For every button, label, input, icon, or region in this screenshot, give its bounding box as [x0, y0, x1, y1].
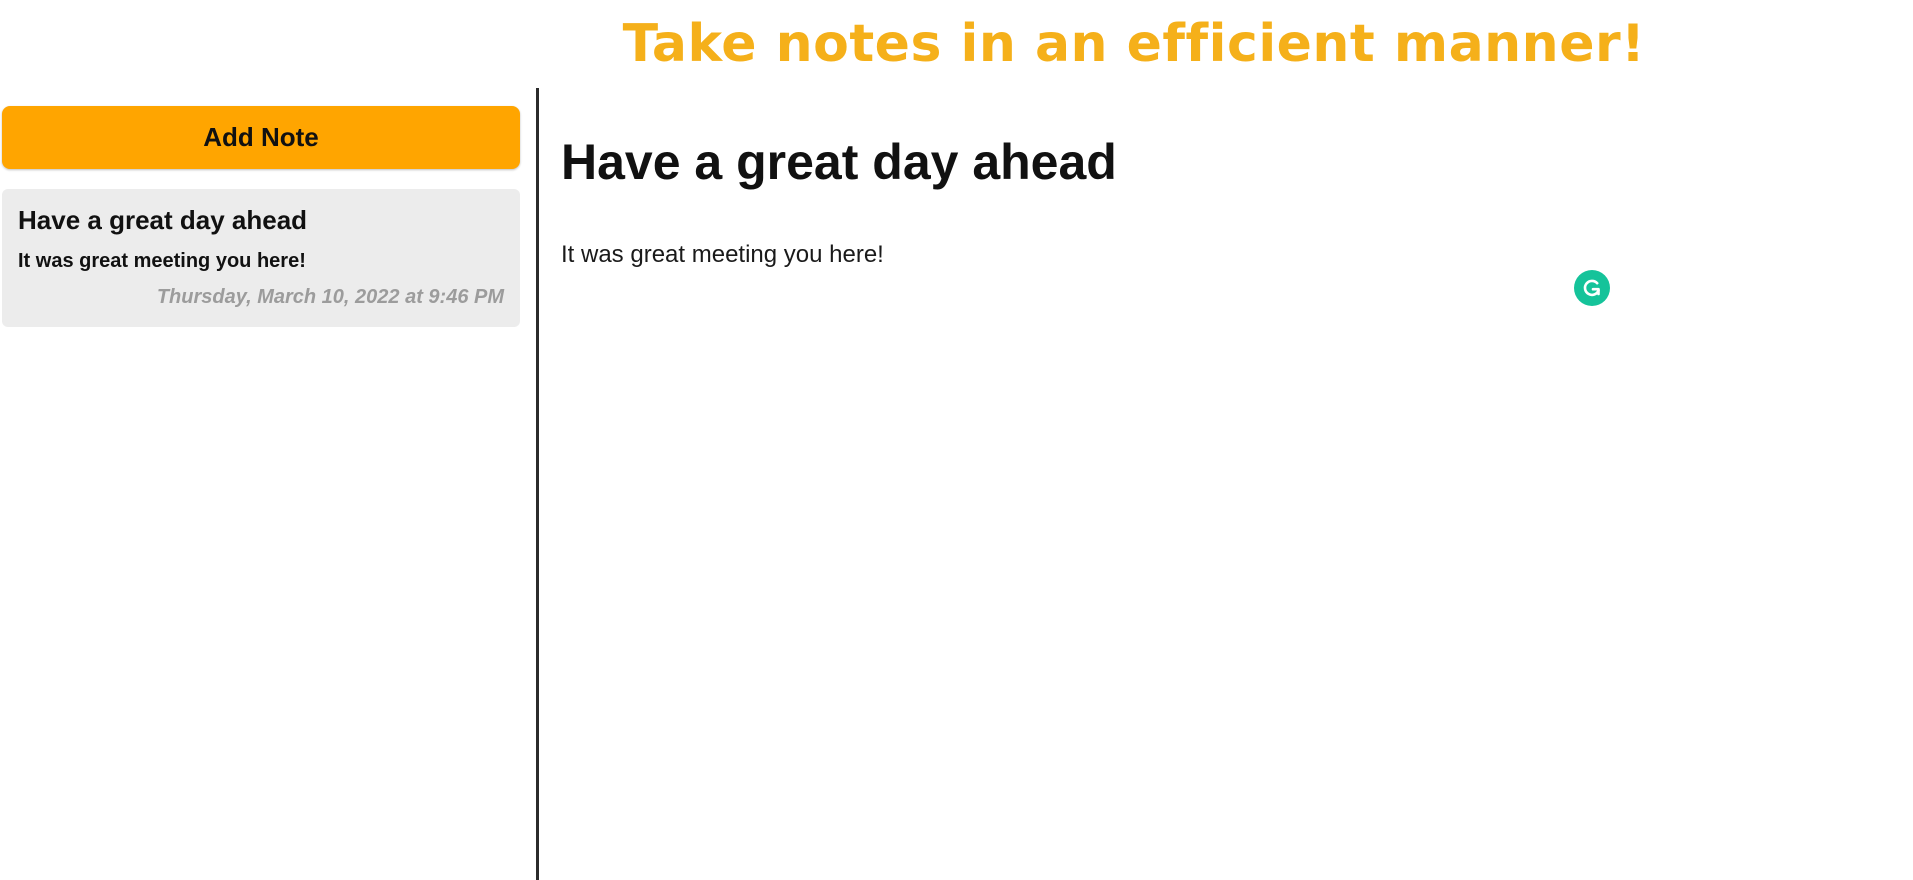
add-note-button[interactable]: Add Note [2, 106, 520, 169]
note-list-item[interactable]: Have a great day ahead It was great meet… [2, 189, 520, 327]
grammarly-g-glyph [1583, 279, 1600, 297]
app-title: Take notes in an efficient manner! [622, 14, 1646, 74]
app-header: Take notes in an efficient manner! [0, 0, 1913, 88]
note-body: It was great meeting you here! [561, 241, 884, 268]
grammarly-icon[interactable] [1574, 270, 1610, 306]
note-list-item-preview: It was great meeting you here! [18, 250, 306, 272]
notes-sidebar: Add Note Have a great day ahead It was g… [0, 88, 537, 880]
note-list-item-title: Have a great day ahead [18, 205, 308, 235]
note-preview-pane: Have a great day ahead It was great meet… [539, 88, 1913, 880]
note-title: Have a great day ahead [561, 134, 1117, 190]
note-list-item-timestamp: Thursday, March 10, 2022 at 9:46 PM [156, 286, 504, 308]
